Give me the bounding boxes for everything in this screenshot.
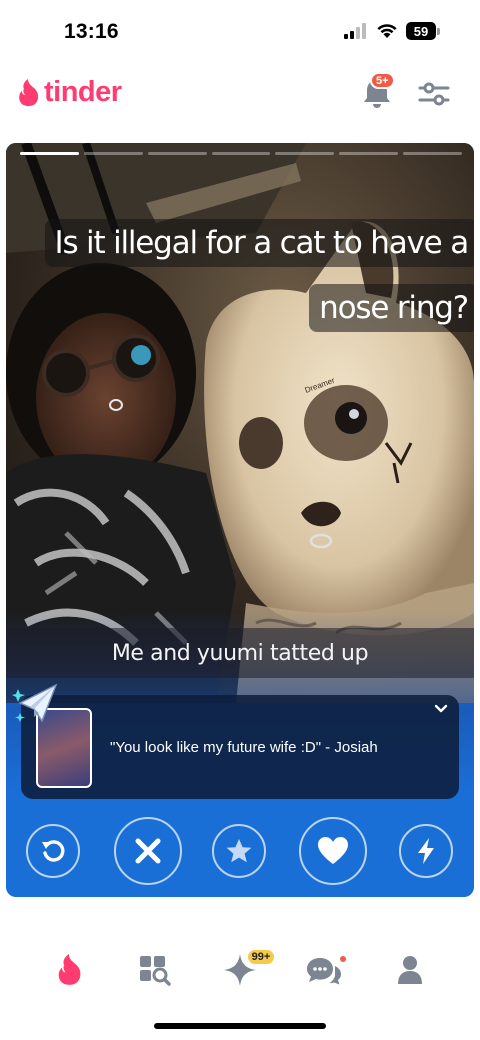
photo-progress-segment xyxy=(147,152,207,155)
compliment-text: "You look like my future wife :D" - Josi… xyxy=(110,739,378,756)
photo-progress-segment xyxy=(83,152,143,155)
gold-badge: 99+ xyxy=(246,948,276,966)
nav-home[interactable] xyxy=(50,950,90,990)
bottom-nav xyxy=(0,940,480,1000)
compliment-box[interactable]: "You look like my future wife :D" - Josi… xyxy=(21,695,459,799)
rewind-icon xyxy=(42,840,65,862)
super-like-star-icon xyxy=(226,839,252,863)
nav-explore[interactable] xyxy=(135,950,175,990)
chevron-down-icon[interactable] xyxy=(433,703,449,715)
battery-icon: 59 xyxy=(406,22,440,40)
photo-progress-segment xyxy=(275,152,335,155)
nav-chat[interactable] xyxy=(304,950,344,990)
chat-icon xyxy=(307,958,341,985)
flame-logo-icon xyxy=(19,78,39,106)
status-time: 13:16 xyxy=(64,20,119,43)
bottom-caption: Me and yuumi tatted up xyxy=(6,628,474,678)
home-flame-icon xyxy=(58,954,81,985)
like-heart-icon xyxy=(318,837,348,864)
super-like-button[interactable] xyxy=(212,824,266,878)
profile-icon xyxy=(398,956,422,984)
photo-progress xyxy=(20,152,463,155)
photo-progress-segment xyxy=(403,152,463,155)
photo-progress-segment xyxy=(339,152,399,155)
chat-unread-dot xyxy=(339,955,347,963)
battery-level: 59 xyxy=(406,22,436,40)
home-indicator[interactable] xyxy=(154,1023,326,1029)
nope-button[interactable] xyxy=(114,817,182,885)
filter-sliders-icon[interactable] xyxy=(418,80,450,108)
nope-x-icon xyxy=(135,838,161,864)
photo-progress-segment xyxy=(20,152,79,155)
explore-icon xyxy=(140,956,171,986)
boost-button[interactable] xyxy=(399,824,453,878)
boost-bolt-icon xyxy=(418,838,434,864)
status-icons: 59 xyxy=(344,22,440,40)
signal-icon xyxy=(344,23,366,39)
nav-profile[interactable] xyxy=(390,950,430,990)
like-button[interactable] xyxy=(299,817,367,885)
photo-progress-segment xyxy=(211,152,271,155)
tinder-logo[interactable]: tinder xyxy=(18,76,122,109)
profile-card[interactable]: Dreamer Is it illegal for a cat to have … xyxy=(6,143,474,897)
action-bar xyxy=(6,815,474,885)
paper-plane-sparkle-icon xyxy=(12,683,58,723)
rewind-button[interactable] xyxy=(26,824,80,878)
caption-line-2: nose ring? xyxy=(309,284,474,332)
caption-line-1: Is it illegal for a cat to have a xyxy=(44,219,474,267)
app-header: tinder xyxy=(0,66,480,122)
notification-badge: 5+ xyxy=(370,72,395,89)
status-bar: 13:16 59 xyxy=(0,0,480,64)
logo-text: tinder xyxy=(44,76,122,108)
wifi-icon xyxy=(377,24,397,38)
